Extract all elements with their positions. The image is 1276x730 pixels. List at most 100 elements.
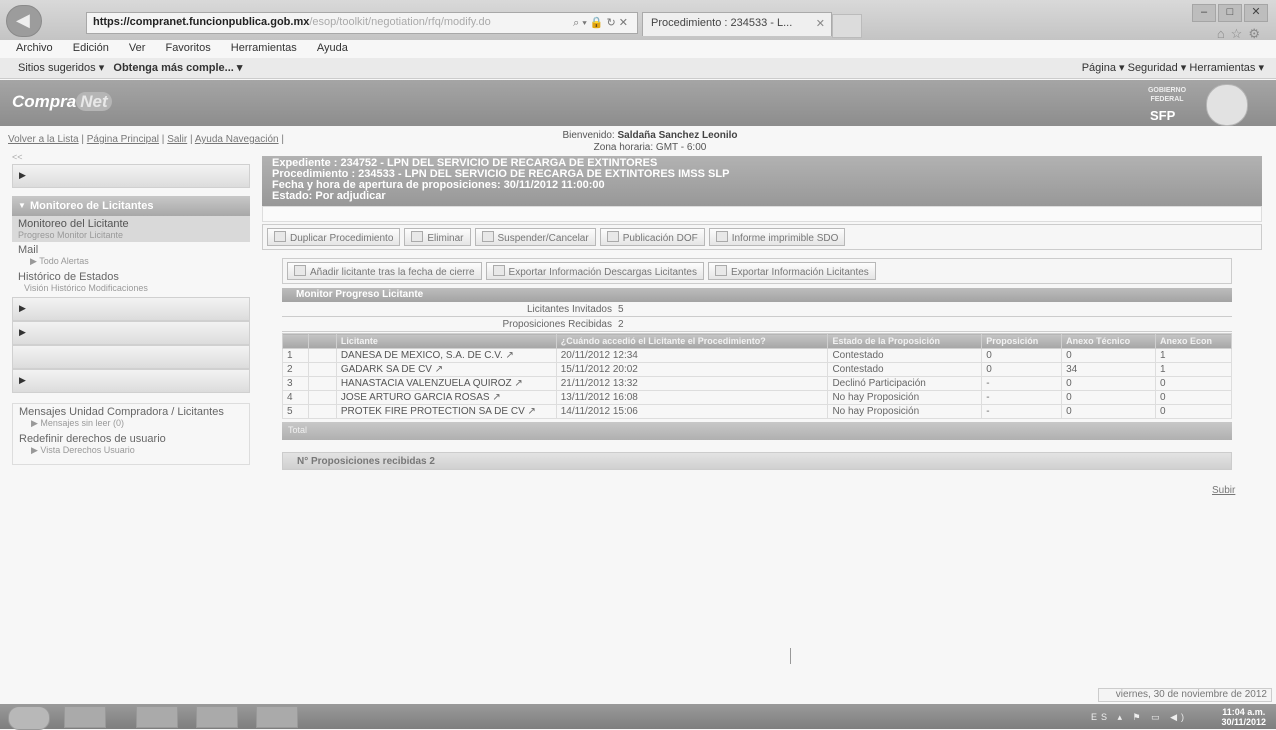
col-anexo-econ[interactable]: Anexo Econ bbox=[1155, 333, 1232, 349]
pagina-principal-link[interactable]: Página Principal bbox=[87, 134, 159, 145]
menu-edicion[interactable]: Edición bbox=[73, 42, 109, 54]
sidebar-mail-sub[interactable]: Todo Alertas bbox=[39, 256, 89, 266]
sidebar-item-historico[interactable]: Histórico de Estados Visión Histórico Mo… bbox=[12, 269, 250, 295]
col-estado[interactable]: Estado de la Proposición bbox=[827, 333, 983, 349]
system-tray[interactable]: ES ▴ ⚑ ▭ ◀) bbox=[1091, 712, 1188, 723]
back-arrow-icon: ◀ bbox=[16, 10, 30, 30]
licitante-link[interactable]: HANASTACIA VALENZUELA QUIROZ bbox=[341, 378, 512, 389]
col-acceso[interactable]: ¿Cuándo accedió el Licitante el Procedim… bbox=[555, 333, 829, 349]
licitante-link[interactable]: PROTEK FIRE PROTECTION SA DE CV bbox=[341, 406, 525, 417]
sidebar-header-monitoreo[interactable]: ▼ Monitoreo de Licitantes bbox=[12, 196, 250, 216]
external-link-icon: ↗ bbox=[489, 392, 501, 403]
sidebar-section-4[interactable] bbox=[12, 345, 250, 369]
sidebar-item-mail[interactable]: Mail ▶ Todo Alertas bbox=[12, 242, 250, 269]
sidebar-item-mensajes[interactable]: Mensajes Unidad Compradora / Licitantes … bbox=[13, 404, 249, 431]
welcome-prefix: Bienvenido: bbox=[562, 130, 615, 141]
sidebar-historico-sub[interactable]: Visión Histórico Modificaciones bbox=[18, 283, 244, 293]
exportar-licitantes-button[interactable]: Exportar Información Licitantes bbox=[707, 262, 876, 280]
language-indicator[interactable]: ES bbox=[1091, 712, 1111, 722]
tab-title: Procedimiento : 234533 - L... bbox=[651, 17, 793, 29]
expand-arrow-icon: ▶ bbox=[19, 375, 26, 385]
row-prop: - bbox=[981, 376, 1063, 391]
row-econ: 0 bbox=[1155, 376, 1232, 391]
row-estado: Contestado bbox=[827, 362, 983, 377]
taskbar-ie-icon[interactable] bbox=[64, 706, 106, 728]
eliminar-label: Eliminar bbox=[427, 233, 464, 244]
clock[interactable]: 11:04 a.m. 30/11/2012 bbox=[1221, 707, 1266, 727]
sidebar-redefinir-sub[interactable]: Vista Derechos Usuario bbox=[40, 445, 134, 455]
minimize-button[interactable]: – bbox=[1192, 4, 1216, 22]
taskbar-app-icon[interactable] bbox=[256, 706, 298, 728]
anadir-label: Añadir licitante tras la fecha de cierre bbox=[310, 267, 475, 278]
recibidas-row: Proposiciones Recibidas 2 bbox=[282, 318, 1232, 332]
new-tab-button[interactable] bbox=[832, 14, 862, 38]
col-anexo-tecnico[interactable]: Anexo Técnico bbox=[1061, 333, 1157, 349]
ayuda-navegacion-link[interactable]: Ayuda Navegación bbox=[195, 134, 279, 145]
col-licitante[interactable]: Licitante bbox=[335, 333, 557, 349]
sidebar-section-1[interactable]: ▶ bbox=[12, 164, 250, 188]
expand-arrow-icon: ▶ bbox=[19, 170, 26, 180]
browser-tab[interactable]: Procedimiento : 234533 - L... ✕ bbox=[642, 12, 832, 36]
licitante-link[interactable]: JOSE ARTURO GARCIA ROSAS bbox=[341, 392, 490, 403]
duplicar-button[interactable]: Duplicar Procedimiento bbox=[267, 228, 401, 246]
compranet-logo[interactable]: Compra Net bbox=[12, 92, 112, 112]
close-tab-icon[interactable]: ✕ bbox=[816, 17, 825, 30]
close-window-button[interactable]: ✕ bbox=[1244, 4, 1268, 22]
volver-link[interactable]: Volver a la Lista bbox=[8, 134, 79, 145]
sidebar-collapse-toggle[interactable]: << bbox=[12, 152, 250, 164]
menu-ayuda[interactable]: Ayuda bbox=[317, 42, 348, 54]
start-button[interactable] bbox=[8, 706, 50, 730]
col-check bbox=[307, 333, 337, 349]
publish-icon bbox=[606, 231, 619, 242]
exportar-descargas-button[interactable]: Exportar Información Descargas Licitante… bbox=[485, 262, 704, 280]
menu-ver[interactable]: Ver bbox=[129, 42, 146, 54]
sidebar-section-3[interactable]: ▶ bbox=[12, 321, 250, 345]
maximize-button[interactable]: □ bbox=[1218, 4, 1242, 22]
licitante-link[interactable]: GADARK SA DE CV bbox=[341, 364, 432, 375]
eliminar-button[interactable]: Eliminar bbox=[404, 228, 471, 246]
row-date: 21/11/2012 13:32 bbox=[555, 376, 829, 391]
subir-link[interactable]: Subir bbox=[1212, 485, 1235, 496]
expand-arrow-icon: ▶ bbox=[19, 303, 26, 313]
duplicar-label: Duplicar Procedimiento bbox=[290, 233, 394, 244]
sidebar: << ▶ ▼ Monitoreo de Licitantes Monitoreo … bbox=[12, 152, 250, 465]
home-star-gear-icons[interactable]: ⌂☆⚙ bbox=[1217, 26, 1266, 42]
suspender-label: Suspender/Cancelar bbox=[497, 233, 589, 244]
sidebar-section-2[interactable]: ▶ bbox=[12, 297, 250, 321]
sidebar-sub-label[interactable]: Progreso Monitor Licitante bbox=[18, 230, 244, 240]
sidebar-item-monitoreo[interactable]: Monitoreo del Licitante Progreso Monitor… bbox=[12, 216, 250, 242]
table-row: 5 PROTEK FIRE PROTECTION SA DE CV ↗ 14/1… bbox=[282, 404, 1232, 419]
col-num bbox=[282, 333, 309, 349]
taskbar-explorer-icon[interactable] bbox=[136, 706, 178, 728]
informe-label: Informe imprimible SDO bbox=[731, 233, 839, 244]
sidebar-item-redefinir[interactable]: Redefinir derechos de usuario ▶ Vista De… bbox=[13, 431, 249, 458]
row-prop: - bbox=[981, 390, 1063, 405]
address-controls-icon[interactable]: ⌕▾🔒↻✕ bbox=[573, 16, 631, 30]
publicacion-dof-button[interactable]: Publicación DOF bbox=[599, 228, 705, 246]
fav-obtenga[interactable]: Obtenga más comple... ▾ bbox=[113, 62, 242, 74]
sidebar-mensajes-label: Mensajes Unidad Compradora / Licitantes bbox=[19, 406, 224, 418]
external-link-icon: ↗ bbox=[502, 350, 514, 361]
menu-favoritos[interactable]: Favoritos bbox=[165, 42, 210, 54]
col-proposicion[interactable]: Proposición bbox=[981, 333, 1063, 349]
back-button[interactable]: ◀ bbox=[6, 5, 42, 37]
row-estado: No hay Proposición bbox=[827, 404, 983, 419]
menu-herramientas[interactable]: Herramientas bbox=[231, 42, 297, 54]
command-bar-tools[interactable]: Página ▾ Seguridad ▾ Herramientas ▾ bbox=[1082, 61, 1264, 74]
recibidas-label: Proposiciones Recibidas bbox=[502, 319, 612, 330]
licitante-link[interactable]: DANESA DE MEXICO, S.A. DE C.V. bbox=[341, 350, 503, 361]
anadir-licitante-button[interactable]: Añadir licitante tras la fecha de cierre bbox=[287, 262, 482, 280]
taskbar-media-icon[interactable] bbox=[196, 706, 238, 728]
suspender-button[interactable]: Suspender/Cancelar bbox=[474, 228, 596, 246]
proposiciones-bar[interactable]: N° Proposiciones recibidas 2 bbox=[282, 452, 1232, 470]
sidebar-mensajes-sub[interactable]: Mensajes sin leer (0) bbox=[40, 418, 124, 428]
salir-link[interactable]: Salir bbox=[167, 134, 187, 145]
gobierno-federal-text: GOBIERNO FEDERAL bbox=[1147, 87, 1187, 103]
menu-archivo[interactable]: Archivo bbox=[16, 42, 53, 54]
sidebar-section-5[interactable]: ▶ bbox=[12, 369, 250, 393]
url-domain: https://compranet.funcionpublica.gob.mx bbox=[93, 16, 310, 28]
address-bar[interactable]: https://compranet.funcionpublica.gob.mx/… bbox=[86, 12, 638, 34]
row-check bbox=[307, 390, 337, 405]
fav-sugeridos[interactable]: Sitios sugeridos ▾ bbox=[18, 62, 104, 74]
informe-button[interactable]: Informe imprimible SDO bbox=[708, 228, 846, 246]
